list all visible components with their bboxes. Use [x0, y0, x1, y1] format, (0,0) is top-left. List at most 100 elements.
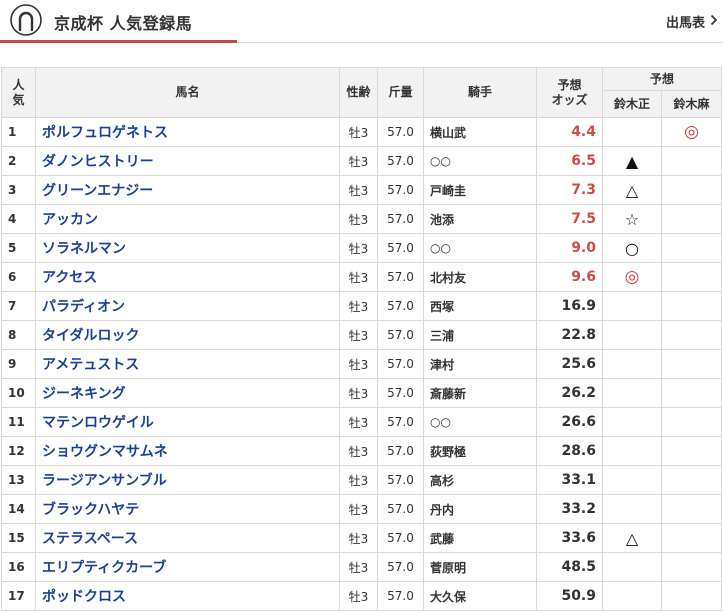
horse-name-link[interactable]: ポルフュロゲネトス [42, 125, 168, 141]
odds-cell: 16.9 [536, 291, 603, 321]
odds-cell: 7.5 [536, 204, 603, 234]
prediction-mark-1: ○ [602, 233, 662, 263]
col-header-prediction: 予想 [601, 67, 723, 91]
rank-cell: 3 [1, 175, 36, 205]
horse-name-link[interactable]: タイダルロック [42, 328, 139, 344]
weight-cell: 57.0 [377, 494, 424, 524]
horse-name-cell: ダノンヒストリー [35, 146, 340, 176]
rank-cell: 10 [1, 378, 36, 408]
sex-age-cell: 牡3 [339, 146, 378, 176]
col-header-sexage: 性齢 [339, 67, 378, 118]
weight-cell: 57.0 [377, 378, 424, 408]
table-row: 16 エリプティクカーブ 牡3 57.0 菅原明 48.5 [1, 552, 723, 582]
horse-name-link[interactable]: グリーンエナジー [42, 183, 153, 199]
sex-age-cell: 牡3 [339, 320, 378, 350]
col-header-weight: 斤量 [377, 67, 424, 118]
odds-cell: 28.6 [536, 436, 603, 466]
horse-name-cell: ポッドクロス [35, 581, 340, 611]
jockey-cell: 北村友 [423, 262, 537, 292]
prediction-mark-2 [660, 291, 723, 321]
prediction-mark-2 [660, 552, 723, 582]
horse-name-link[interactable]: ポッドクロス [42, 589, 126, 605]
horse-name-link[interactable]: アクセス [42, 270, 97, 286]
horse-name-link[interactable]: ラージアンサンブル [42, 473, 167, 489]
sex-age-cell: 牡3 [339, 262, 378, 292]
weight-cell: 57.0 [377, 552, 424, 582]
horse-name-link[interactable]: エリプティクカーブ [42, 560, 166, 576]
prediction-mark-1: ◎ [602, 262, 662, 292]
jockey-cell: 三浦 [423, 320, 537, 350]
weight-cell: 57.0 [377, 523, 424, 553]
page-title: 京成杯 人気登録馬 [54, 14, 193, 33]
horse-name-link[interactable]: ステラスペース [42, 531, 138, 547]
odds-cell: 4.4 [536, 117, 603, 147]
horse-name-link[interactable]: ブラックハヤテ [42, 502, 139, 518]
prediction-mark-1 [602, 407, 662, 437]
weight-cell: 57.0 [377, 436, 424, 466]
weight-cell: 57.0 [377, 146, 424, 176]
horse-name-cell: ソラネルマン [35, 233, 340, 263]
jockey-cell: 西塚 [423, 291, 537, 321]
rank-cell: 12 [1, 436, 36, 466]
weight-cell: 57.0 [377, 407, 424, 437]
horse-name-link[interactable]: アメテュストス [42, 357, 139, 373]
horse-name-cell: パラディオン [35, 291, 340, 321]
weight-cell: 57.0 [377, 291, 424, 321]
prediction-mark-1 [602, 378, 662, 408]
horse-name-cell: アッカン [35, 204, 340, 234]
weight-cell: 57.0 [377, 262, 424, 292]
rank-cell: 17 [1, 581, 36, 611]
prediction-mark-2 [660, 378, 723, 408]
sex-age-cell: 牡3 [339, 465, 378, 495]
prediction-mark-1: △ [602, 175, 662, 205]
table-row: 1 ポルフュロゲネトス 牡3 57.0 横山武 4.4 ◎ [1, 117, 723, 147]
table-row: 11 マテンロウゲイル 牡3 57.0 ○○ 26.6 [1, 407, 723, 437]
chevron-right-icon[interactable] [710, 14, 718, 26]
horse-name-link[interactable]: マテンロウゲイル [42, 415, 154, 431]
horse-name-link[interactable]: ダノンヒストリー [42, 154, 154, 170]
jockey-cell: 大久保 [423, 581, 537, 611]
prediction-mark-2 [660, 523, 723, 553]
horseshoe-icon [10, 4, 42, 36]
weight-cell: 57.0 [377, 233, 424, 263]
horse-name-link[interactable]: パラディオン [42, 299, 125, 315]
weight-cell: 57.0 [377, 320, 424, 350]
rank-cell: 14 [1, 494, 36, 524]
weight-cell: 57.0 [377, 175, 424, 205]
prediction-mark-1 [602, 581, 662, 611]
horse-name-cell: ポルフュロゲネトス [35, 117, 340, 147]
rank-cell: 13 [1, 465, 36, 495]
horse-name-link[interactable]: アッカン [42, 212, 98, 228]
horse-name-cell: アメテュストス [35, 349, 340, 379]
horse-name-link[interactable]: ジーネキング [42, 386, 126, 402]
jockey-cell: 池添 [423, 204, 537, 234]
prediction-mark-2 [660, 465, 723, 495]
prediction-mark-1 [602, 436, 662, 466]
sex-age-cell: 牡3 [339, 494, 378, 524]
table-row: 10 ジーネキング 牡3 57.0 斎藤新 26.2 [1, 378, 723, 408]
odds-cell: 33.2 [536, 494, 603, 524]
sex-age-cell: 牡3 [339, 407, 378, 437]
table-row: 14 ブラックハヤテ 牡3 57.0 丹内 33.2 [1, 494, 723, 524]
sex-age-cell: 牡3 [339, 523, 378, 553]
prediction-mark-2: ◎ [660, 117, 723, 147]
sex-age-cell: 牡3 [339, 581, 378, 611]
prediction-mark-2 [660, 494, 723, 524]
sex-age-cell: 牡3 [339, 233, 378, 263]
prediction-mark-2 [660, 320, 723, 350]
rank-cell: 15 [1, 523, 36, 553]
sex-age-cell: 牡3 [339, 378, 378, 408]
horse-name-link[interactable]: ショウグンマサムネ [42, 444, 168, 460]
horse-name-link[interactable]: ソラネルマン [42, 241, 126, 257]
col-header-odds: 予想 オッズ [536, 67, 603, 118]
table-row: 7 パラディオン 牡3 57.0 西塚 16.9 [1, 291, 723, 321]
rank-cell: 2 [1, 146, 36, 176]
prediction-mark-2 [660, 146, 723, 176]
horse-name-cell: ステラスペース [35, 523, 340, 553]
rank-cell: 8 [1, 320, 36, 350]
entry-list-link[interactable]: 出馬表 [666, 12, 705, 31]
odds-cell: 26.2 [536, 378, 603, 408]
prediction-mark-1 [602, 291, 662, 321]
prediction-mark-2 [660, 349, 723, 379]
sex-age-cell: 牡3 [339, 349, 378, 379]
